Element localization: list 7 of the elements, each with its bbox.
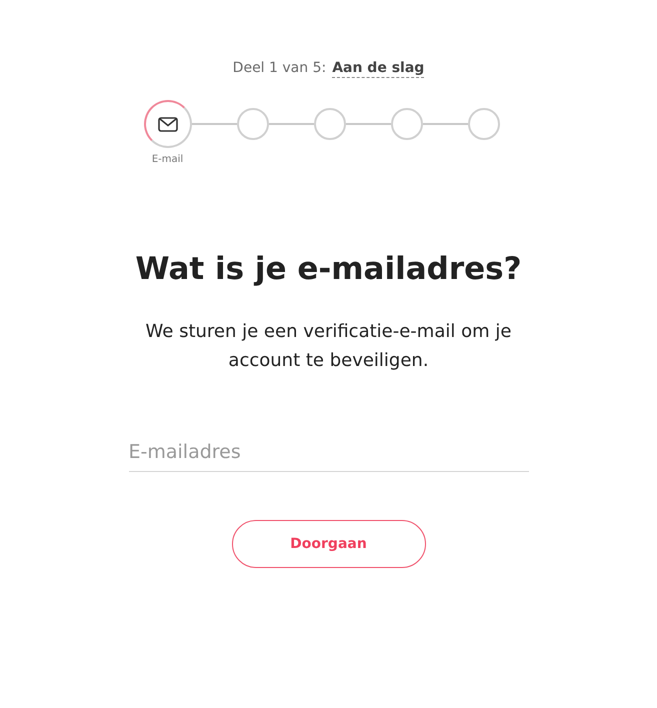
mail-icon [158, 116, 178, 132]
progress-text: Deel 1 van 5: [232, 60, 326, 78]
description-text: We sturen je een verificatie-e-mail om je account te beveiligen. [144, 320, 512, 373]
continue-button[interactable]: Doorgaan [232, 520, 426, 568]
page-heading: Wat is je e-mailadres? [135, 251, 522, 287]
step-label: E-mail [152, 154, 184, 165]
section-link[interactable]: Aan de slag [332, 60, 424, 78]
